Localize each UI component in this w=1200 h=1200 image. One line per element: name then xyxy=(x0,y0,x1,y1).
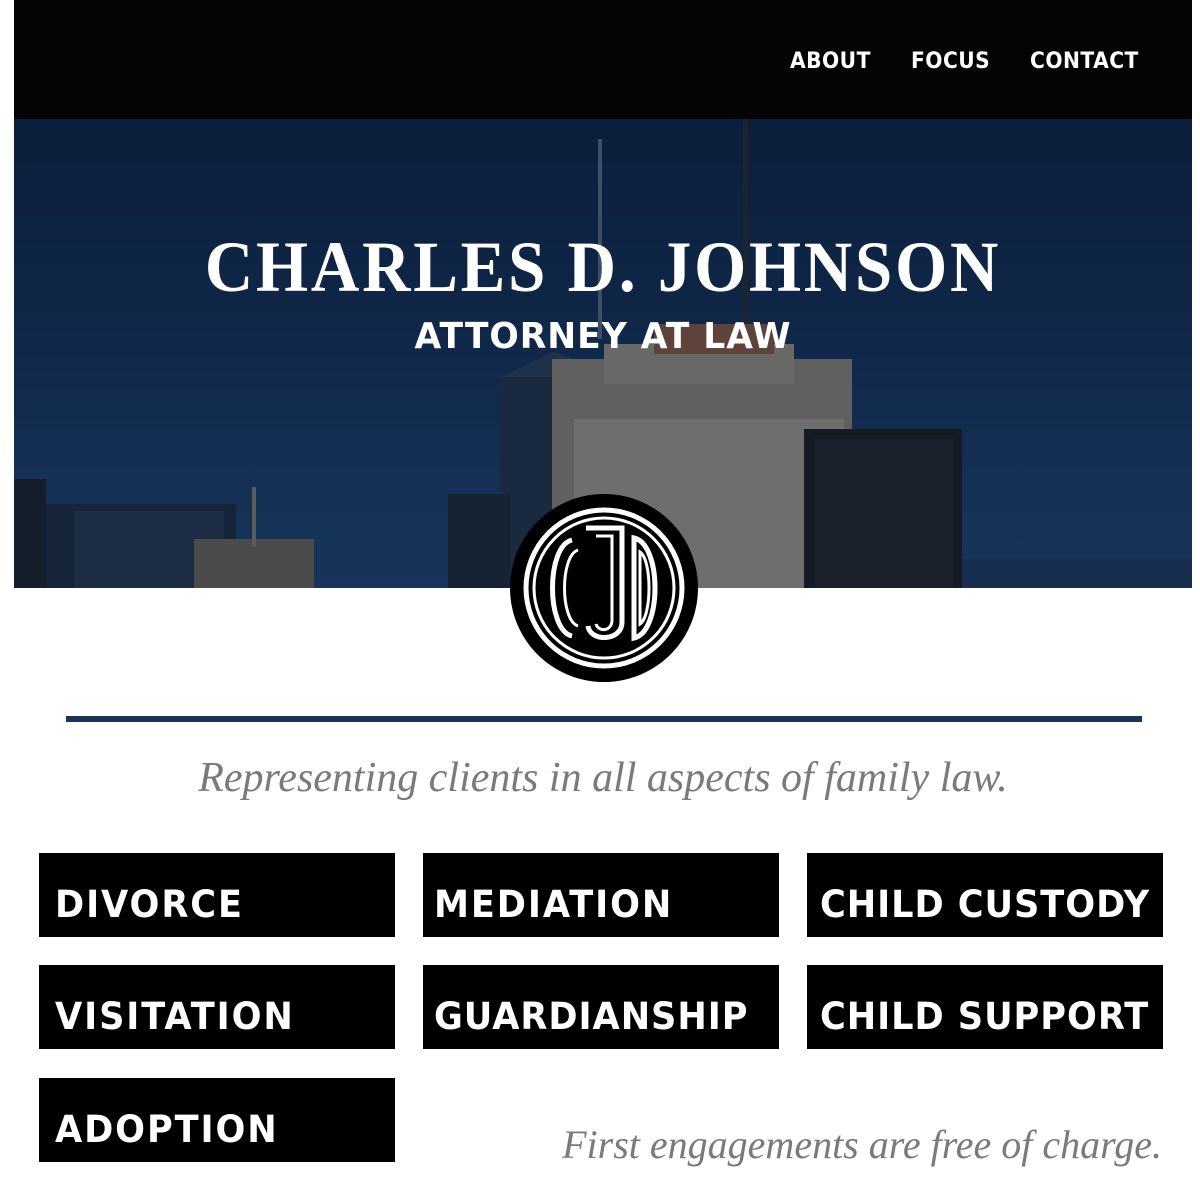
nav-about-link[interactable]: ABOUT xyxy=(790,47,871,77)
free-consultation-note: First engagements are free of charge. xyxy=(562,1122,1162,1167)
service-label: CHILD CUSTODY xyxy=(820,883,1151,926)
section-divider xyxy=(66,716,1142,722)
service-visitation-button[interactable]: VISITATION xyxy=(39,965,395,1049)
main-nav: ABOUT FOCUS CONTACT xyxy=(790,47,1148,77)
cjd-monogram-logo[interactable] xyxy=(510,494,698,682)
tagline: Representing clients in all aspects of f… xyxy=(198,755,1008,801)
service-label: VISITATION xyxy=(55,995,295,1038)
service-label: ADOPTION xyxy=(55,1108,279,1151)
service-guardianship-button[interactable]: GUARDIANSHIP xyxy=(423,965,779,1049)
service-child-custody-button[interactable]: CHILD CUSTODY xyxy=(807,853,1163,937)
service-child-support-button[interactable]: CHILD SUPPORT xyxy=(807,965,1163,1049)
service-adoption-button[interactable]: ADOPTION xyxy=(39,1078,395,1162)
hero-title: CHARLES D. JOHNSON xyxy=(204,227,1002,307)
monogram-icon xyxy=(523,507,685,669)
service-label: DIVORCE xyxy=(55,883,244,926)
nav-focus-link[interactable]: FOCUS xyxy=(911,47,990,77)
service-label: MEDIATION xyxy=(434,883,674,926)
service-mediation-button[interactable]: MEDIATION xyxy=(423,853,779,937)
service-label: CHILD SUPPORT xyxy=(820,995,1150,1038)
nav-contact-link[interactable]: CONTACT xyxy=(1030,47,1139,77)
page: ABOUT FOCUS CONTACT CHARLES D. JOHNSON A… xyxy=(14,0,1192,1200)
hero-subtitle: ATTORNEY AT LAW xyxy=(414,316,792,357)
service-divorce-button[interactable]: DIVORCE xyxy=(39,853,395,937)
top-navbar: ABOUT FOCUS CONTACT xyxy=(14,0,1192,119)
service-label: GUARDIANSHIP xyxy=(434,995,749,1038)
